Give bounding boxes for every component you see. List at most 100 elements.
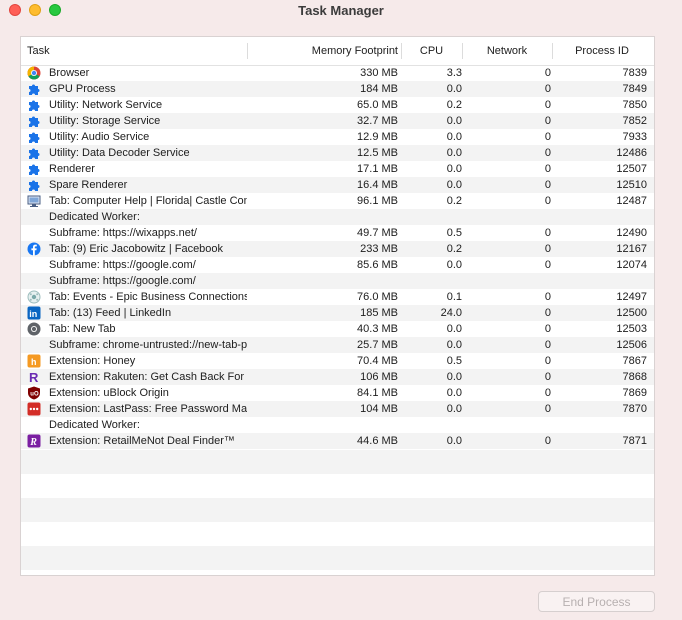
- memory-footprint: 40.3 MB: [357, 323, 398, 335]
- puzzle-icon: [27, 98, 41, 112]
- network-usage: 0: [544, 195, 551, 207]
- table-row[interactable]: Utility: Network Service 65.0 MB 0.2 0 7850: [21, 97, 654, 113]
- cpu-usage: 0.0: [446, 371, 462, 383]
- network-usage: 0: [544, 99, 551, 111]
- table-row[interactable]: Browser 330 MB 3.3 0 7839: [21, 65, 654, 81]
- table-row[interactable]: Subframe: https://wixapps.net/49.7 MB 0.5…: [21, 225, 654, 241]
- task-name: Utility: Audio Service: [49, 131, 150, 143]
- column-header-memory[interactable]: Memory Footprint: [253, 37, 398, 65]
- column-header-cpu[interactable]: CPU: [401, 37, 462, 65]
- column-header-task[interactable]: Task: [27, 37, 50, 65]
- process-id: 12486: [616, 147, 647, 159]
- cpu-usage: 0.2: [446, 243, 462, 255]
- facebook-icon: [27, 242, 41, 256]
- cpu-usage: 0.2: [446, 99, 462, 111]
- process-id: 12507: [616, 163, 647, 175]
- cpu-usage: 0.0: [446, 403, 462, 415]
- process-id: 7869: [622, 387, 647, 399]
- task-name: Subframe: chrome-untrusted://new-tab-pag…: [49, 339, 247, 351]
- process-id: 7850: [622, 99, 647, 111]
- task-name: Subframe: https://wixapps.net/: [49, 227, 197, 239]
- process-id: 12074: [616, 259, 647, 271]
- table-row[interactable]: Tab: Events - Epic Business Connections 7…: [21, 289, 654, 305]
- network-usage: 0: [544, 403, 551, 415]
- column-header-network[interactable]: Network: [462, 37, 552, 65]
- puzzle-icon: [27, 146, 41, 160]
- puzzle-icon: [27, 162, 41, 176]
- table-row[interactable]: Tab: (9) Eric Jacobowitz | Facebook 233 M…: [21, 241, 654, 257]
- memory-footprint: 16.4 MB: [357, 179, 398, 191]
- network-usage: 0: [544, 147, 551, 159]
- memory-footprint: 70.4 MB: [357, 355, 398, 367]
- network-usage: 0: [544, 83, 551, 95]
- cpu-usage: [401, 209, 462, 225]
- network-usage: [481, 417, 551, 433]
- table-row[interactable]: Dedicated Worker:: [21, 209, 654, 225]
- process-id: 12487: [616, 195, 647, 207]
- process-id: 7867: [622, 355, 647, 367]
- memory-footprint: 65.0 MB: [357, 99, 398, 111]
- table-row[interactable]: Spare Renderer 16.4 MB 0.0 0 12510: [21, 177, 654, 193]
- table-row[interactable]: Renderer 17.1 MB 0.0 0 12507: [21, 161, 654, 177]
- retailmenot-icon: R: [27, 434, 41, 448]
- table-row[interactable]: h Extension: Honey 70.4 MB 0.5 0 7867: [21, 353, 654, 369]
- memory-footprint: 96.1 MB: [357, 195, 398, 207]
- table-row[interactable]: Utility: Audio Service 12.9 MB 0.0 0 7933: [21, 129, 654, 145]
- network-usage: 0: [544, 67, 551, 79]
- table-row[interactable]: uO Extension: uBlock Origin 84.1 MB 0.0 0 786…: [21, 385, 654, 401]
- table-row[interactable]: Subframe: https://google.com/: [21, 273, 654, 289]
- process-id: 12503: [616, 323, 647, 335]
- task-table: Task Memory Footprint CPU Network Proces…: [20, 36, 655, 576]
- computer-icon: [27, 194, 41, 208]
- table-row[interactable]: Tab: Computer Help | Florida| Castle Com…: [21, 193, 654, 209]
- cpu-usage: 0.0: [446, 115, 462, 127]
- memory-footprint: 44.6 MB: [357, 435, 398, 447]
- table-row[interactable]: R Extension: RetailMeNot Deal Finder™ 44.6…: [21, 433, 654, 449]
- table-row[interactable]: Utility: Data Decoder Service 12.5 MB 0.0 0…: [21, 145, 654, 161]
- cpu-usage: 0.0: [446, 131, 462, 143]
- network-usage: 0: [544, 259, 551, 271]
- cpu-usage: 0.0: [446, 179, 462, 191]
- process-id: 12497: [616, 291, 647, 303]
- task-name: Utility: Storage Service: [49, 115, 161, 127]
- puzzle-icon: [27, 82, 41, 96]
- table-row[interactable]: Tab: New Tab 40.3 MB 0.0 0 12503: [21, 321, 654, 337]
- network-usage: 0: [544, 371, 551, 383]
- network-usage: 0: [544, 179, 551, 191]
- task-name: Dedicated Worker:: [49, 419, 140, 431]
- task-name: Extension: Rakuten: Get Cash Back For Sh…: [49, 371, 247, 383]
- new-tab-icon: [27, 322, 41, 336]
- cpu-usage: 24.0: [440, 307, 462, 319]
- table-row[interactable]: R Extension: Rakuten: Get Cash Back For S…: [21, 369, 654, 385]
- network-usage: 0: [544, 435, 551, 447]
- task-name: Extension: RetailMeNot Deal Finder™: [49, 435, 235, 447]
- memory-footprint: 106 MB: [360, 371, 398, 383]
- task-name: Dedicated Worker:: [49, 211, 140, 223]
- task-name: Tab: New Tab: [49, 323, 116, 335]
- title-bar: Task Manager: [0, 0, 682, 22]
- chrome-icon: [27, 66, 41, 80]
- table-row[interactable]: Utility: Storage Service 32.7 MB 0.0 0 7852: [21, 113, 654, 129]
- column-header-pid[interactable]: Process ID: [552, 37, 652, 65]
- task-name: Subframe: https://google.com/: [49, 259, 196, 271]
- column-divider[interactable]: [247, 43, 248, 59]
- table-header: Task Memory Footprint CPU Network Proces…: [21, 37, 654, 66]
- cpu-usage: 0.5: [446, 227, 462, 239]
- table-row[interactable]: Extension: LastPass: Free Password Manag…: [21, 401, 654, 417]
- task-name: Subframe: https://google.com/: [49, 275, 196, 287]
- task-name: Utility: Data Decoder Service: [49, 147, 190, 159]
- network-usage: 0: [544, 387, 551, 399]
- memory-footprint: 49.7 MB: [357, 227, 398, 239]
- table-row[interactable]: Dedicated Worker:: [21, 417, 654, 433]
- table-row[interactable]: GPU Process 184 MB 0.0 0 7849: [21, 81, 654, 97]
- cpu-usage: 0.0: [446, 147, 462, 159]
- puzzle-icon: [27, 130, 41, 144]
- puzzle-icon: [27, 178, 41, 192]
- table-row[interactable]: in Tab: (13) Feed | LinkedIn 185 MB 24.0 0 12…: [21, 305, 654, 321]
- end-process-button[interactable]: End Process: [538, 591, 655, 612]
- table-row[interactable]: Subframe: https://google.com/85.6 MB 0.0 0…: [21, 257, 654, 273]
- task-rows: Browser 330 MB 3.3 0 7839 GPU Process 184 MB 0.…: [21, 65, 654, 449]
- process-id: 7868: [622, 371, 647, 383]
- svg-text:uO: uO: [30, 392, 39, 398]
- table-row[interactable]: Subframe: chrome-untrusted://new-tab-pag…: [21, 337, 654, 353]
